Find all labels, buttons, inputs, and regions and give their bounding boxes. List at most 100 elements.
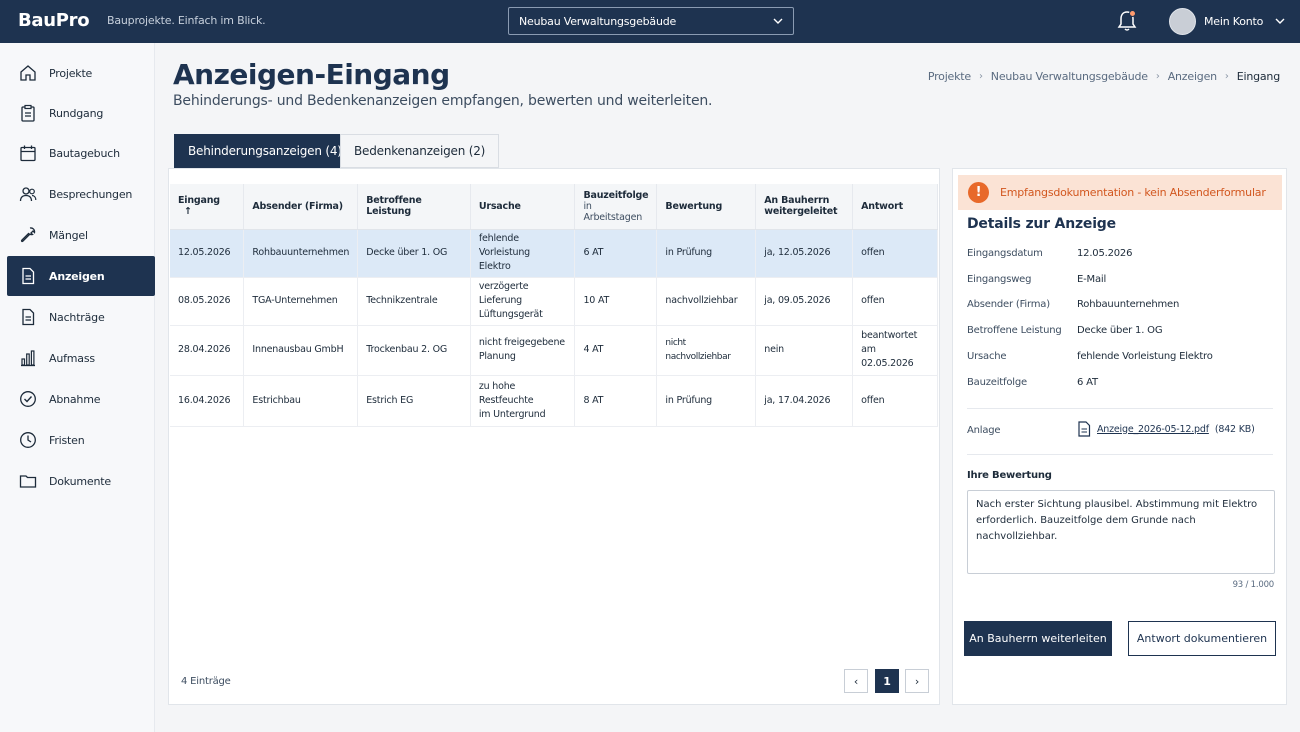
document-answer-button[interactable]: Antwort dokumentieren — [1128, 621, 1276, 656]
sidebar-item-label: Besprechungen — [49, 187, 133, 201]
folder-icon — [19, 475, 37, 488]
sidebar-item-label: Aufmass — [49, 351, 95, 365]
tab-behinderungsanzeigen[interactable]: Behinderungsanzeigen (4) — [174, 134, 356, 168]
sidebar-item-abnahme[interactable]: Abnahme — [7, 379, 155, 419]
file-pdf-icon — [1078, 421, 1091, 437]
app-logo[interactable]: BauPro — [18, 10, 90, 31]
anzeigen-table: Eingang ↑ Absender (Firma) Betroffene Le… — [170, 184, 938, 427]
cell-bewertung: in Prüfung — [656, 375, 757, 427]
document-icon — [22, 267, 35, 285]
cell-bewertung: in Prüfung — [656, 229, 757, 278]
rating-label: Ihre Bewertung — [967, 470, 1052, 481]
cell-bauzeitfolge: 6 AT — [574, 229, 658, 278]
cell-bauherr: ja, 09.05.2026 — [755, 277, 854, 326]
cell-bewertung: nachvollziehbar — [656, 277, 757, 326]
column-header-antwort[interactable]: Antwort — [852, 184, 938, 230]
cell-eingang: 12.05.2026 — [170, 229, 245, 278]
people-icon — [19, 187, 37, 202]
table-row[interactable]: 28.04.2026 Innenausbau GmbH Trockenbau 2… — [170, 325, 938, 376]
app-tagline: Bauprojekte. Einfach im Blick. — [107, 14, 266, 27]
sidebar-item-rundgang[interactable]: Rundgang — [7, 93, 155, 133]
sidebar-item-nachtraege[interactable]: Nachträge — [7, 297, 155, 337]
clock-icon — [20, 432, 36, 448]
attachment: Anzeige_2026-05-12.pdf (842 KB) — [1077, 421, 1255, 437]
sidebar-item-dokumente[interactable]: Dokumente — [7, 461, 155, 501]
sidebar-item-label: Rundgang — [49, 106, 104, 120]
sidebar-item-aufmass[interactable]: Aufmass — [7, 338, 155, 378]
clipboard-icon — [21, 104, 35, 122]
tab-bedenkenanzeigen[interactable]: Bedenkenanzeigen (2) — [340, 134, 500, 168]
account-label: Mein Konto — [1204, 14, 1264, 28]
avatar — [1169, 7, 1196, 35]
sidebar-item-label: Anzeigen — [49, 269, 105, 283]
page-title: Anzeigen-Eingang — [173, 58, 450, 91]
pagination-next-button[interactable]: › — [905, 669, 929, 693]
cell-leistung: Technikzentrale — [357, 277, 471, 326]
page-subtitle: Behinderungs- und Bedenkenanzeigen empfa… — [173, 93, 713, 109]
column-header-leistung[interactable]: Betroffene Leistung — [357, 184, 471, 230]
cell-absender: Innenausbau GmbH — [243, 325, 359, 376]
attachment-link[interactable]: Anzeige_2026-05-12.pdf — [1097, 424, 1209, 435]
character-counter: 93 / 1.000 — [1232, 580, 1275, 590]
attachment-size: (842 KB) — [1214, 423, 1255, 435]
pagination-prev-button[interactable]: ‹ — [844, 669, 868, 693]
cell-bauherr: ja, 12.05.2026 — [755, 229, 854, 278]
document-icon — [22, 308, 35, 326]
field-label: Bauzeitfolge — [967, 377, 1027, 388]
breadcrumb-item[interactable]: Projekte — [928, 70, 971, 83]
project-select-value: Neubau Verwaltungsgebäude — [519, 14, 677, 28]
top-bar: BauPro Bauprojekte. Einfach im Blick. Ne… — [0, 0, 1300, 43]
column-header-absender[interactable]: Absender (Firma) — [243, 184, 359, 230]
project-select[interactable]: Neubau Verwaltungsgebäude — [508, 7, 794, 35]
sidebar-item-anzeigen[interactable]: Anzeigen — [7, 256, 155, 296]
cell-ursache: verzögerte Lieferung Lüftungsgerät — [470, 277, 576, 326]
pagination-page-button[interactable]: 1 — [875, 669, 899, 693]
cell-antwort: beantwortet am 02.05.2026 — [852, 325, 938, 376]
chevron-right-icon: › — [978, 71, 983, 82]
sidebar-item-maengel[interactable]: Mängel — [7, 215, 155, 255]
table-header-row: Eingang ↑ Absender (Firma) Betroffene Le… — [170, 184, 938, 230]
cell-absender: Rohbauunternehmen — [243, 229, 359, 278]
detail-title: Details zur Anzeige — [967, 216, 1116, 232]
calendar-icon — [20, 145, 36, 162]
anzeigen-table-panel: Eingang ↑ Absender (Firma) Betroffene Le… — [168, 168, 940, 705]
sidebar-item-projekte[interactable]: Projekte — [7, 53, 155, 93]
cell-bauherr: nein — [755, 325, 854, 376]
notification-button[interactable] — [1117, 10, 1137, 32]
column-header-ursache[interactable]: Ursache — [470, 184, 576, 230]
alert-text: Empfangsdokumentation - kein Absenderfor… — [1000, 186, 1266, 199]
breadcrumb-item[interactable]: Neubau Verwaltungsgebäude — [991, 70, 1148, 83]
forward-to-client-button[interactable]: An Bauherrn weiterleiten — [964, 621, 1112, 656]
cell-bewertung: nicht nachvollziehbar — [656, 325, 757, 376]
sidebar-item-fristen[interactable]: Fristen — [7, 420, 155, 460]
breadcrumb: Projekte › Neubau Verwaltungsgebäude › A… — [928, 70, 1280, 83]
cell-eingang: 28.04.2026 — [170, 325, 245, 376]
cell-eingang: 08.05.2026 — [170, 277, 245, 326]
cell-bauherr: ja, 17.04.2026 — [755, 375, 854, 427]
field-value-absender: Rohbauunternehmen — [1077, 299, 1180, 310]
table-row[interactable]: 12.05.2026 Rohbauunternehmen Decke über … — [170, 229, 938, 278]
table-row[interactable]: 16.04.2026 Estrichbau Estrich EG zu hohe… — [170, 375, 938, 427]
breadcrumb-item[interactable]: Anzeigen — [1168, 70, 1217, 83]
sidebar-item-label: Abnahme — [49, 392, 101, 406]
sidebar-item-bautagebuch[interactable]: Bautagebuch — [7, 133, 155, 173]
account-menu[interactable]: Mein Konto — [1169, 7, 1285, 35]
cell-leistung: Decke über 1. OG — [357, 229, 471, 278]
cell-antwort: offen — [852, 375, 938, 427]
cell-antwort: offen — [852, 229, 938, 278]
sidebar-item-label: Nachträge — [49, 310, 105, 324]
divider — [967, 454, 1273, 455]
table-row[interactable]: 08.05.2026 TGA-Unternehmen Technikzentra… — [170, 277, 938, 326]
sidebar-item-besprechungen[interactable]: Besprechungen — [7, 174, 155, 214]
column-header-bauherr[interactable]: An Bauherrn weitergeleitet — [755, 184, 854, 230]
column-header-eingang[interactable]: Eingang ↑ — [170, 184, 245, 230]
column-header-bauzeitfolge[interactable]: Bauzeitfolge in Arbeitstagen — [574, 184, 658, 230]
wrench-icon — [20, 227, 36, 243]
column-header-bewertung[interactable]: Bewertung — [656, 184, 757, 230]
cell-leistung: Estrich EG — [357, 375, 471, 427]
field-label: Anlage — [967, 425, 1001, 436]
detail-panel: ! Empfangsdokumentation - kein Absenderf… — [952, 168, 1287, 705]
sort-ascending-icon: ↑ — [184, 206, 192, 218]
chevron-right-icon: › — [1155, 71, 1160, 82]
rating-textarea[interactable]: Nach erster Sichtung plausibel. Abstimmu… — [967, 490, 1275, 574]
